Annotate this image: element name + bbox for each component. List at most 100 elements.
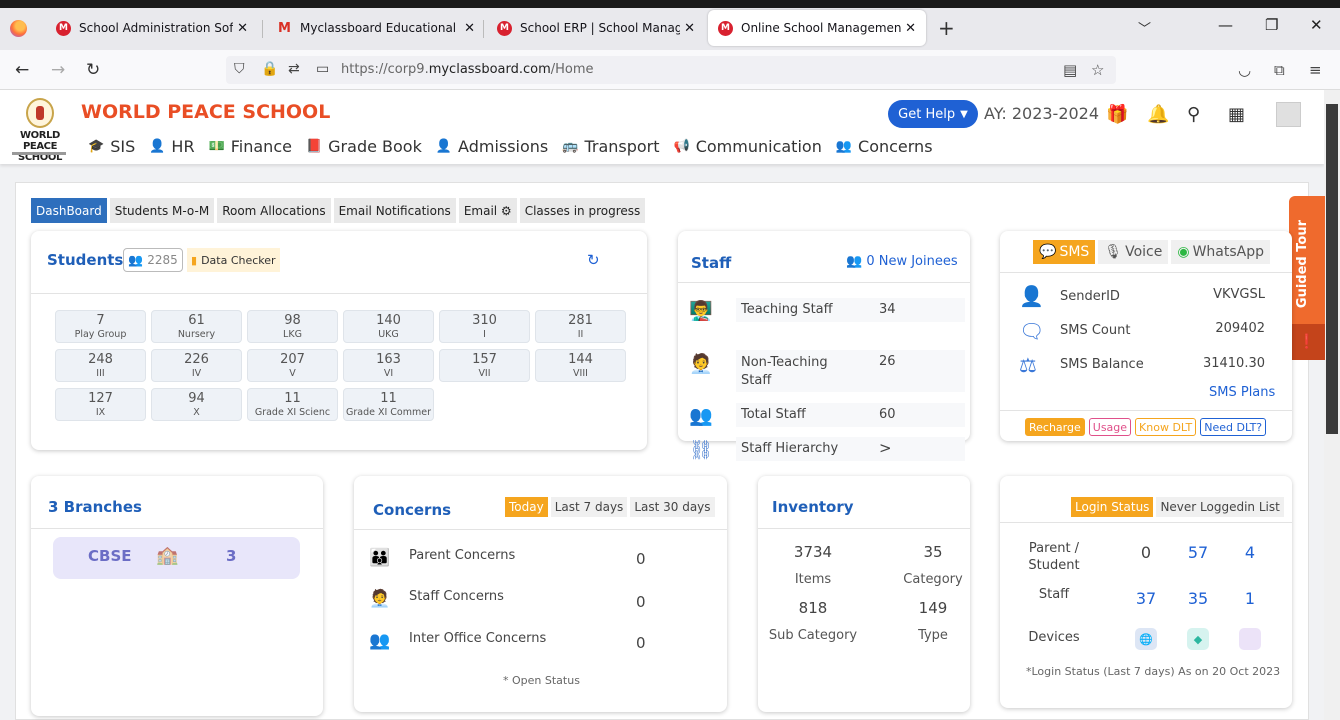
minimize-icon[interactable]: — — [1218, 16, 1233, 34]
page-scrollbar[interactable] — [1324, 90, 1340, 720]
sms-plans-link[interactable]: SMS Plans — [1209, 385, 1275, 400]
menu-item-transport[interactable]: 🚌 Transport — [562, 137, 659, 156]
grade-cell[interactable]: 163 VI — [343, 349, 434, 382]
lock-icon[interactable]: 🔒 — [261, 61, 278, 77]
firefox-icon[interactable] — [10, 20, 27, 37]
chevron-right-icon[interactable]: > — [879, 439, 892, 457]
tab-classes-in-progress[interactable]: Classes in progress — [519, 198, 646, 223]
new-joinees-link[interactable]: 👥 0 New Joinees — [846, 254, 958, 269]
grade-cell[interactable]: 248 III — [55, 349, 146, 382]
grade-cell[interactable]: 157 VII — [439, 349, 530, 382]
tab-last-7-days[interactable]: Last 7 days — [550, 497, 628, 517]
know-dlt-button[interactable]: Know DLT — [1135, 418, 1197, 436]
menu-item-grade-book[interactable]: 📕 Grade Book — [306, 137, 422, 156]
menu-item-sis[interactable]: 🎓 SIS — [88, 137, 135, 156]
browser-tab-2[interactable]: M Myclassboard Educational Solut ✕ — [267, 10, 485, 46]
feedback-icon[interactable]: ❗ — [1289, 324, 1325, 360]
close-tab-icon[interactable]: ✕ — [237, 21, 248, 36]
staff-concerns-value[interactable]: 0 — [636, 593, 646, 611]
staff-row-total[interactable]: Total Staff 60 — [736, 403, 965, 427]
close-tab-icon[interactable]: ✕ — [464, 21, 475, 36]
browser-tab-3[interactable]: M School ERP | School Manageme ✕ — [487, 10, 705, 46]
list-tabs-chevron-icon[interactable]: ﹀ — [1138, 18, 1151, 37]
parent-login-value[interactable]: 4 — [1235, 543, 1265, 562]
parent-login-value[interactable]: 0 — [1131, 543, 1161, 562]
close-tab-icon[interactable]: ✕ — [905, 21, 916, 36]
parent-login-value[interactable]: 57 — [1183, 543, 1213, 562]
get-help-button[interactable]: Get Help ▼ — [888, 100, 978, 128]
students-count-badge[interactable]: 👥 2285 — [123, 248, 183, 272]
need-dlt-button[interactable]: Need DLT? — [1200, 418, 1267, 436]
menu-item-admissions[interactable]: 👤 Admissions — [436, 137, 548, 156]
inventory-subcategory-value[interactable]: 818 — [768, 599, 858, 617]
android-icon[interactable]: ◆ — [1187, 628, 1209, 650]
tab-today[interactable]: Today — [505, 497, 548, 517]
apps-grid-icon[interactable]: ▦ — [1228, 104, 1245, 125]
staff-row-non-teaching[interactable]: Non-Teaching Staff 26 — [736, 350, 965, 392]
menu-item-concerns[interactable]: 👥 Concerns — [836, 137, 933, 156]
tab-room-allocations[interactable]: Room Allocations — [217, 198, 331, 223]
bell-icon[interactable]: 🔔 — [1147, 104, 1169, 125]
page-info-icon[interactable]: ▭ — [316, 61, 329, 77]
avatar[interactable] — [1276, 102, 1301, 127]
apple-icon[interactable] — [1239, 628, 1261, 650]
parent-concerns-value[interactable]: 0 — [636, 550, 646, 568]
staff-login-value[interactable]: 1 — [1235, 589, 1265, 608]
bookmark-star-icon[interactable]: ☆ — [1091, 61, 1104, 79]
inter-office-concerns-label[interactable]: Inter Office Concerns — [409, 631, 546, 646]
menu-item-finance[interactable]: 💵 Finance — [209, 137, 292, 156]
shield-icon[interactable]: ⛉ — [234, 61, 245, 77]
grade-cell[interactable]: 310 I — [439, 310, 530, 343]
search-icon[interactable]: ⚲ — [1187, 104, 1200, 125]
inventory-items-value[interactable]: 3734 — [768, 543, 858, 561]
grade-cell[interactable]: 11 Grade XI Scienc — [247, 388, 338, 421]
grade-cell[interactable]: 7 Play Group — [55, 310, 146, 343]
staff-row-teaching[interactable]: Teaching Staff 34 — [736, 298, 965, 322]
menu-item-communication[interactable]: 📢 Communication — [674, 137, 822, 156]
grade-cell[interactable]: 281 II — [535, 310, 626, 343]
usage-button[interactable]: Usage — [1088, 418, 1132, 436]
staff-concerns-label[interactable]: Staff Concerns — [409, 589, 504, 604]
tab-dashboard[interactable]: DashBoard — [31, 198, 107, 223]
restore-icon[interactable]: ❐ — [1265, 16, 1278, 34]
browser-tab-4-active[interactable]: M Online School Management Sol ✕ — [708, 10, 926, 46]
grade-cell[interactable]: 94 X — [151, 388, 242, 421]
extensions-icon[interactable]: ⧉ — [1274, 61, 1285, 79]
close-tab-icon[interactable]: ✕ — [684, 21, 695, 36]
web-globe-icon[interactable]: 🌐 — [1135, 628, 1157, 650]
inter-office-concerns-value[interactable]: 0 — [636, 634, 646, 652]
grade-cell[interactable]: 98 LKG — [247, 310, 338, 343]
reload-icon[interactable]: ↻ — [86, 60, 100, 80]
back-arrow-icon[interactable]: ← — [15, 60, 29, 80]
cbse-branch-row[interactable]: CBSE 🏫 3 — [53, 537, 300, 579]
close-window-icon[interactable]: ✕ — [1310, 16, 1323, 34]
data-checker-button[interactable]: ▮ Data Checker — [187, 248, 280, 272]
browser-tab-1[interactable]: M School Administration Software ✕ — [46, 10, 258, 46]
tab-students-mom[interactable]: Students M-o-M — [109, 198, 215, 223]
tab-voice[interactable]: 🎙 Voice — [1098, 240, 1169, 264]
url-text[interactable]: https://corp9.myclassboard.com/Home — [341, 62, 594, 77]
grade-cell[interactable]: 144 VIII — [535, 349, 626, 382]
academic-year[interactable]: AY: 2023-2024 — [984, 104, 1099, 123]
new-tab-button[interactable]: + — [938, 16, 955, 40]
tab-never-loggedin[interactable]: Never Loggedin List — [1156, 497, 1284, 517]
tab-email-settings[interactable]: Email ⚙ — [458, 198, 517, 223]
guided-tour-button[interactable]: Guided Tour ❗ — [1289, 196, 1325, 360]
scrollbar-thumb[interactable] — [1326, 104, 1338, 434]
tab-login-status[interactable]: Login Status — [1071, 497, 1154, 517]
grade-cell[interactable]: 127 IX — [55, 388, 146, 421]
tab-sms[interactable]: 💬 SMS — [1033, 240, 1096, 264]
permissions-icon[interactable]: ⇄ — [288, 61, 300, 77]
grade-cell[interactable]: 226 IV — [151, 349, 242, 382]
refresh-icon[interactable]: ↻ — [587, 251, 600, 269]
gift-icon[interactable]: 🎁 — [1106, 104, 1128, 125]
staff-login-value[interactable]: 37 — [1131, 589, 1161, 608]
hamburger-menu-icon[interactable]: ≡ — [1309, 61, 1322, 79]
staff-login-value[interactable]: 35 — [1183, 589, 1213, 608]
tab-last-30-days[interactable]: Last 30 days — [630, 497, 715, 517]
grade-cell[interactable]: 61 Nursery — [151, 310, 242, 343]
reader-view-icon[interactable]: ▤ — [1063, 61, 1077, 79]
forward-arrow-icon[interactable]: → — [51, 60, 65, 80]
grade-cell[interactable]: 140 UKG — [343, 310, 434, 343]
staff-row-hierarchy[interactable]: Staff Hierarchy > — [736, 437, 965, 461]
